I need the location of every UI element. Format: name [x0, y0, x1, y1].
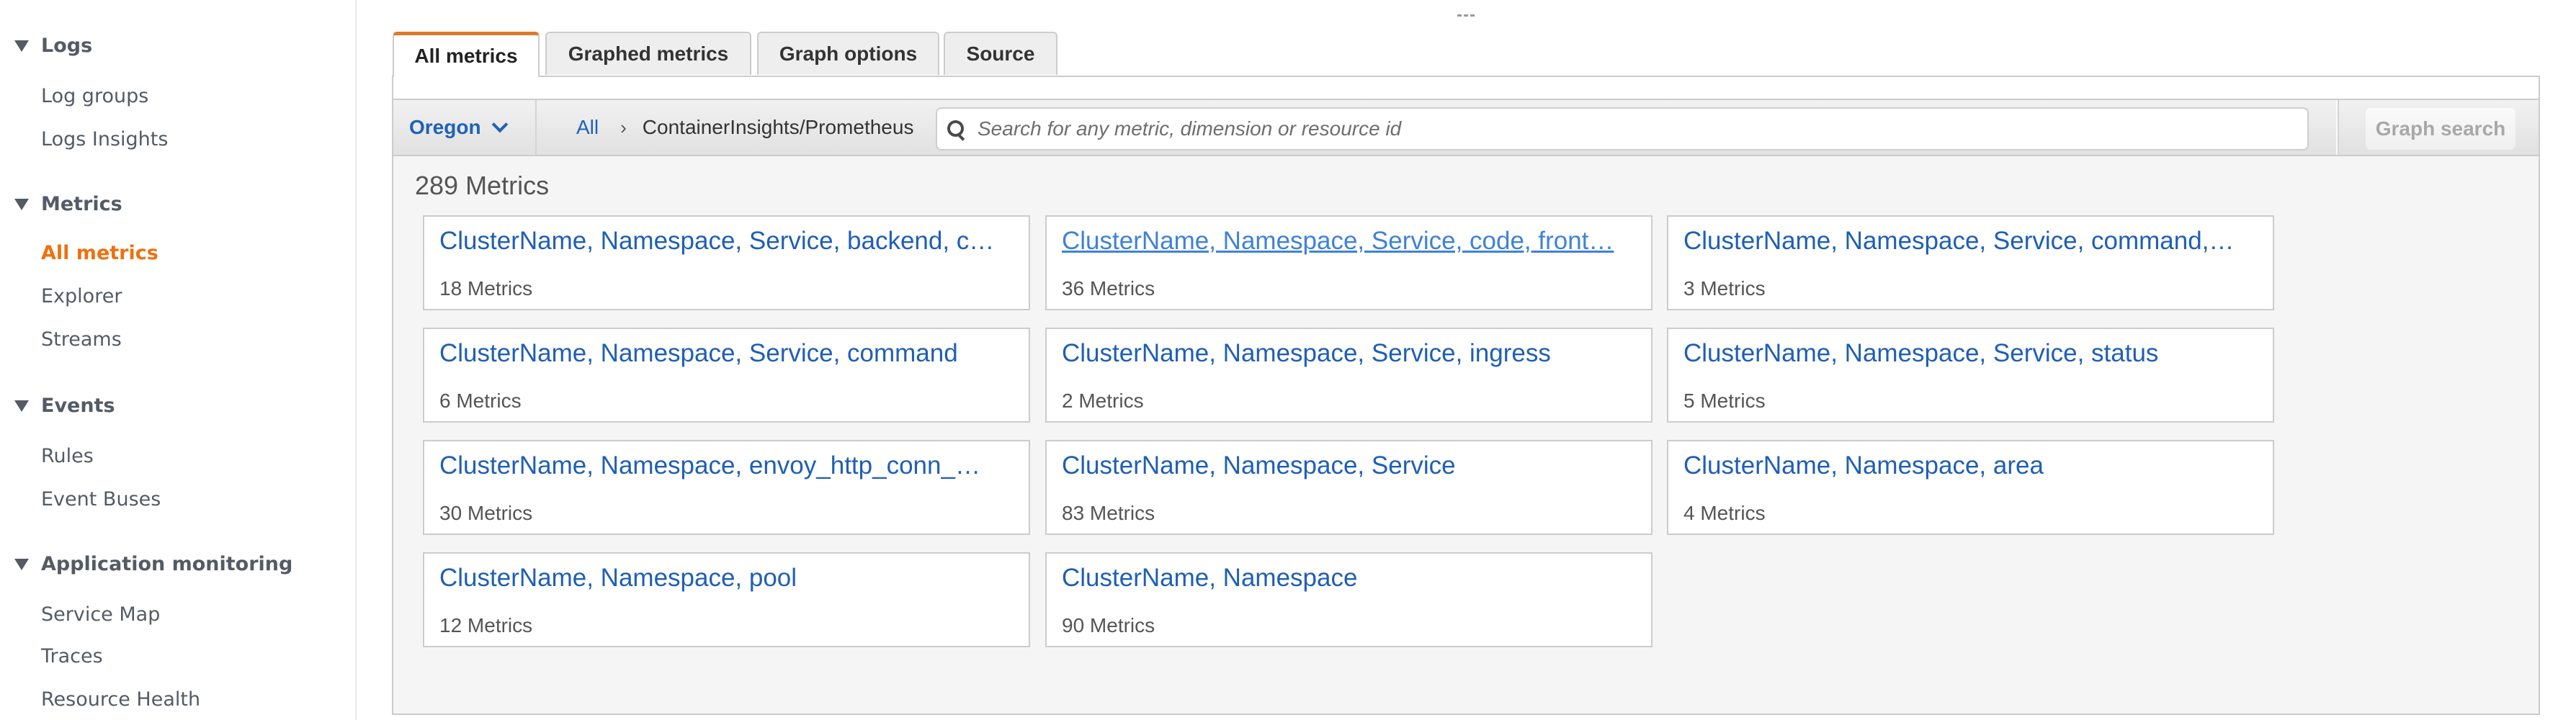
namespace-card[interactable]: ClusterName, Namespace, pool 12 Metrics [423, 552, 1030, 647]
namespace-card-title[interactable]: ClusterName, Namespace, pool [439, 564, 1014, 593]
namespace-card[interactable]: ClusterName, Namespace, Service, ingress… [1045, 328, 1653, 423]
namespace-card[interactable]: ClusterName, Namespace, Service, code, f… [1045, 215, 1653, 310]
namespace-card-count: 5 Metrics [1683, 390, 1766, 412]
tab-graphed-metrics[interactable]: Graphed metrics [545, 32, 751, 75]
namespace-card-count: 90 Metrics [1062, 614, 1155, 636]
sidebar-section-events[interactable]: Events [14, 395, 115, 417]
namespace-card[interactable]: ClusterName, Namespace, Service, command… [1667, 215, 2274, 310]
caret-down-icon [14, 400, 29, 412]
sidebar-item-explorer[interactable]: Explorer [41, 285, 122, 307]
namespace-card[interactable]: ClusterName, Namespace, Service, command… [423, 328, 1030, 423]
namespace-card-title[interactable]: ClusterName, Namespace, area [1683, 451, 2258, 480]
sidebar-heading-label: Events [41, 395, 115, 417]
resize-handle[interactable] [1457, 14, 1475, 19]
sidebar-item-log-groups[interactable]: Log groups [41, 85, 148, 107]
tab-all-metrics[interactable]: All metrics [393, 32, 540, 77]
search-icon [947, 120, 965, 138]
container-header-spacer [393, 77, 2539, 100]
namespace-card-count: 3 Metrics [1683, 277, 1766, 300]
namespace-card-count: 83 Metrics [1062, 502, 1155, 524]
sidebar-item-streams[interactable]: Streams [41, 328, 122, 351]
namespace-card[interactable]: ClusterName, Namespace, envoy_http_conn_… [423, 440, 1030, 535]
namespace-card-count: 2 Metrics [1062, 390, 1144, 412]
chevron-down-icon [491, 116, 508, 133]
tab-source[interactable]: Source [944, 32, 1057, 75]
sidebar-item-rules[interactable]: Rules [41, 445, 94, 467]
sidebar-section-logs[interactable]: Logs [14, 35, 92, 57]
namespace-card-count: 12 Metrics [439, 614, 533, 636]
namespace-card-count: 6 Metrics [439, 390, 522, 412]
namespace-card-title[interactable]: ClusterName, Namespace, Service, backend… [439, 227, 1014, 256]
sidebar-item-logs-insights[interactable]: Logs Insights [41, 128, 168, 150]
metrics-browser: Oregon All › ContainerInsights/Prometheu… [392, 76, 2540, 715]
caret-down-icon [14, 198, 29, 210]
namespace-card-title[interactable]: ClusterName, Namespace, Service [1062, 451, 1637, 480]
sidebar-heading-label: Logs [41, 35, 93, 57]
toolbar-divider [2336, 100, 2339, 155]
region-selector[interactable]: Oregon [393, 100, 537, 155]
namespace-card[interactable]: ClusterName, Namespace, Service, status 5… [1667, 328, 2274, 423]
namespace-card-title[interactable]: ClusterName, Namespace, envoy_http_conn_… [439, 451, 1014, 480]
breadcrumb-all-link[interactable]: All [576, 116, 599, 139]
namespace-card[interactable]: ClusterName, Namespace, Service, backend… [423, 215, 1030, 310]
sidebar-item-event-buses[interactable]: Event Buses [41, 488, 161, 510]
caret-down-icon [14, 558, 29, 570]
breadcrumb-current: ContainerInsights/Prometheus [642, 116, 914, 138]
sidebar-item-resource-health[interactable]: Resource Health [41, 688, 200, 711]
sidebar-heading-label: Application monitoring [41, 553, 293, 575]
namespace-card-title[interactable]: ClusterName, Namespace, Service, ingress [1062, 339, 1637, 368]
sidebar-section-application-monitoring[interactable]: Application monitoring [14, 553, 292, 575]
namespace-card-title[interactable]: ClusterName, Namespace, Service, command… [1683, 227, 2258, 256]
namespace-card[interactable]: ClusterName, Namespace, area 4 Metrics [1667, 440, 2274, 535]
namespace-card-count: 4 Metrics [1683, 502, 1766, 524]
namespace-card-count: 18 Metrics [439, 277, 533, 300]
namespace-card-count: 36 Metrics [1062, 277, 1155, 300]
namespace-card-title[interactable]: ClusterName, Namespace, Service, code, f… [1062, 227, 1637, 256]
chevron-right-icon: › [620, 116, 627, 138]
search-field[interactable] [936, 107, 2309, 150]
sidebar-heading-label: Metrics [41, 193, 122, 215]
sidebar-item-service-map[interactable]: Service Map [41, 603, 160, 626]
namespace-card-count: 30 Metrics [439, 502, 533, 524]
search-input[interactable] [976, 117, 2276, 141]
namespace-card-title[interactable]: ClusterName, Namespace, Service, status [1683, 339, 2258, 368]
sidebar-section-metrics[interactable]: Metrics [14, 193, 122, 215]
metrics-toolbar: Oregon All › ContainerInsights/Prometheu… [393, 100, 2539, 156]
graph-search-button[interactable]: Graph search [2366, 108, 2515, 150]
namespace-card-title[interactable]: ClusterName, Namespace, Service, command [439, 339, 1014, 368]
caret-down-icon [14, 40, 29, 52]
sidebar-item-traces[interactable]: Traces [41, 645, 103, 667]
sidebar-item-all-metrics[interactable]: All metrics [41, 242, 158, 264]
region-label: Oregon [409, 116, 481, 138]
namespace-card[interactable]: ClusterName, Namespace 90 Metrics [1045, 552, 1653, 647]
breadcrumb: All › ContainerInsights/Prometheus [576, 100, 913, 155]
tab-graph-options[interactable]: Graph options [757, 32, 939, 75]
metrics-total-count: 289 Metrics [415, 171, 550, 200]
sidebar: Logs Log groups Logs Insights Metrics Al… [0, 0, 357, 720]
namespace-card-title[interactable]: ClusterName, Namespace [1062, 564, 1637, 593]
namespace-card[interactable]: ClusterName, Namespace, Service 83 Metric… [1045, 440, 1653, 535]
